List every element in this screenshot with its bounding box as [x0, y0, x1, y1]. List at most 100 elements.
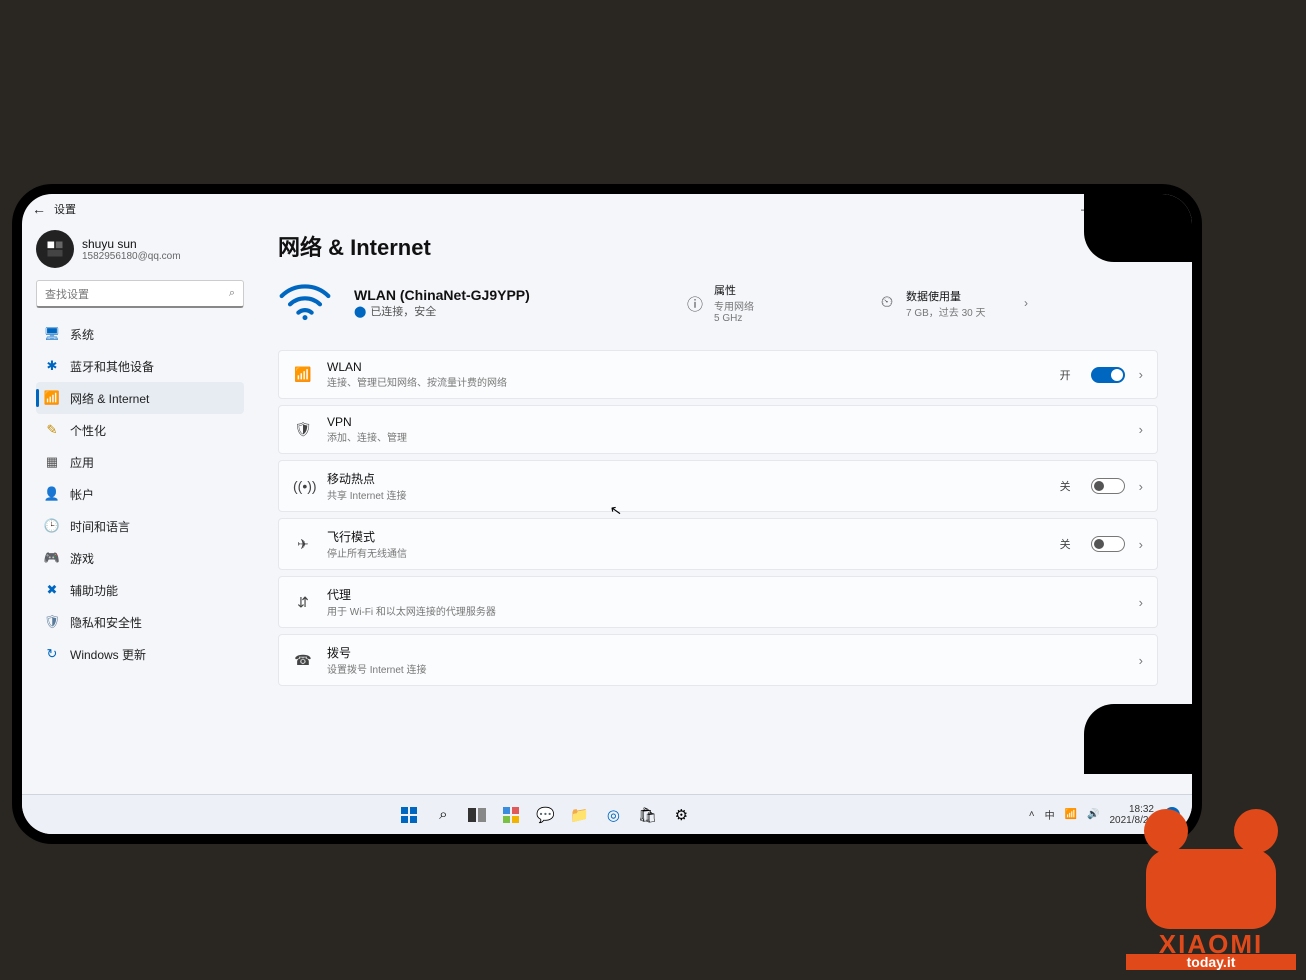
tray-chevron-icon[interactable]: ˄ [1029, 809, 1035, 820]
row-title: 代理 [327, 586, 1125, 603]
search-placeholder: 查找设置 [45, 286, 229, 302]
sidebar-item[interactable]: ✖辅助功能 [36, 574, 244, 606]
status-dot-icon: ⬤ [354, 305, 366, 318]
sidebar-item[interactable]: 📶 网络 & Internet [36, 382, 244, 414]
sidebar-item[interactable]: 🛡 隐私和安全性 [36, 606, 244, 638]
row-sub: 添加、连接、管理 [327, 429, 1125, 444]
sidebar-item-icon: ▦ [44, 454, 60, 470]
sidebar-item[interactable]: 👤帐户 [36, 478, 244, 510]
sidebar-item[interactable]: 🕒 时间和语言 [36, 510, 244, 542]
data-usage-card[interactable]: ⏲ 数据使用量 7 GB，过去 30 天 › [868, 282, 1038, 325]
chevron-right-icon: › [1139, 537, 1143, 552]
notch [1084, 704, 1192, 774]
sidebar-item-icon: ✱ [44, 358, 60, 374]
sidebar-item-icon: 🛡 [44, 614, 60, 630]
window-title: 设置 [54, 201, 76, 217]
sidebar-item[interactable]: 🎮游戏 [36, 542, 244, 574]
properties-card[interactable]: ⓘ 属性 专用网络 5 GHz [676, 276, 846, 330]
notch [1084, 194, 1192, 262]
watermark: XIAOMI today.it [1126, 809, 1296, 970]
row-icon: 📶 [293, 366, 313, 383]
toggle-state-label: 开 [1060, 367, 1071, 383]
settings-row[interactable]: 🛡 VPN 添加、连接、管理 › [278, 405, 1158, 454]
toggle-switch[interactable] [1091, 536, 1125, 552]
sidebar-item-icon: 👤 [44, 486, 60, 502]
toggle-switch[interactable] [1091, 367, 1125, 383]
hero-ssid: WLAN (ChinaNet-GJ9YPP) [354, 287, 654, 303]
page-title: 网络 & Internet [278, 230, 1158, 262]
watermark-line2: today.it [1126, 954, 1296, 970]
profile[interactable]: shuyu sun 1582956180@qq.com [36, 230, 244, 268]
card-title: 数据使用量 [906, 288, 985, 304]
taskbar-explorer-icon[interactable]: 📁 [565, 801, 593, 829]
settings-row[interactable]: 📶 WLAN 连接、管理已知网络、按流量计费的网络开 › [278, 350, 1158, 399]
taskbar-settings-icon[interactable]: ⚙ [667, 801, 695, 829]
settings-row[interactable]: ⇵ 代理 用于 Wi-Fi 和以太网连接的代理服务器› [278, 576, 1158, 628]
card-title: 属性 [714, 282, 754, 298]
sidebar-item-label: 隐私和安全性 [70, 614, 142, 631]
sidebar-item-label: 网络 & Internet [70, 390, 149, 407]
settings-row[interactable]: ☎ 拨号 设置拨号 Internet 连接› [278, 634, 1158, 686]
row-title: 飞行模式 [327, 528, 1046, 545]
sidebar-item-icon: 🕒 [44, 518, 60, 534]
taskbar-chat-icon[interactable]: 💬 [531, 801, 559, 829]
sidebar-item-label: 个性化 [70, 422, 106, 439]
taskbar-center: ⌕ 💬📁◎🛍⚙ [62, 801, 1029, 829]
row-sub: 共享 Internet 连接 [327, 487, 1046, 502]
bunny-icon [1126, 809, 1296, 929]
sidebar-item-label: 蓝牙和其他设备 [70, 358, 154, 375]
settings-row[interactable]: ((•)) 移动热点 共享 Internet 连接关› [278, 460, 1158, 512]
titlebar: ← 设置 — ▢ ✕ [22, 194, 1192, 224]
sidebar-item-label: 系统 [70, 326, 94, 343]
sidebar-item-label: 时间和语言 [70, 518, 130, 535]
row-title: 移动热点 [327, 470, 1046, 487]
row-title: 拨号 [327, 644, 1125, 661]
back-button[interactable]: ← [32, 201, 46, 217]
sidebar-item[interactable]: ✎ 个性化 [36, 414, 244, 446]
chevron-right-icon: › [1139, 367, 1143, 382]
row-icon: 🛡 [293, 421, 313, 438]
taskbar-edge-icon[interactable]: ◎ [599, 801, 627, 829]
taskbar-search-icon[interactable]: ⌕ [429, 801, 457, 829]
tray-wifi-icon[interactable]: 📶 [1065, 809, 1077, 820]
sidebar-item-label: Windows 更新 [70, 646, 146, 663]
search-icon: ⌕ [229, 287, 235, 300]
tray-volume-icon[interactable]: 🔊 [1087, 809, 1099, 820]
sidebar-item[interactable]: ✱ 蓝牙和其他设备 [36, 350, 244, 382]
taskbar-start-icon[interactable] [395, 801, 423, 829]
search-input[interactable]: 查找设置 ⌕ [36, 280, 244, 308]
taskbar-taskview-icon[interactable] [463, 801, 491, 829]
ime-indicator[interactable]: 中 [1045, 807, 1055, 822]
row-sub: 连接、管理已知网络、按流量计费的网络 [327, 374, 1046, 389]
taskbar: ⌕💬📁◎🛍⚙ ˄ 中 📶 🔊 18:32 2021/8/22 5 [22, 794, 1192, 834]
row-title: WLAN [327, 360, 1046, 374]
settings-row[interactable]: ✈ 飞行模式 停止所有无线通信关› [278, 518, 1158, 570]
chevron-right-icon: › [1139, 595, 1143, 610]
info-icon: ⓘ [686, 294, 704, 312]
row-sub: 设置拨号 Internet 连接 [327, 661, 1125, 676]
screen: ← 设置 — ▢ ✕ shuyu sun 1582956180@qq.com [22, 194, 1192, 834]
network-hero: WLAN (ChinaNet-GJ9YPP) ⬤ 已连接，安全 ⓘ 属性 专用网… [278, 276, 1158, 330]
taskbar-widgets-icon[interactable] [497, 801, 525, 829]
sidebar-item[interactable]: ▦应用 [36, 446, 244, 478]
toggle-state-label: 关 [1060, 536, 1071, 552]
taskbar-store-icon[interactable]: 🛍 [633, 801, 661, 829]
nav: 🖥系统 ✱ 蓝牙和其他设备 📶 网络 & Internet ✎ 个性化 ▦应用👤帐户 🕒 时间和语… [36, 318, 244, 670]
sidebar-item-icon: 📶 [44, 390, 60, 406]
sidebar-item-icon: ✎ [44, 422, 60, 438]
toggle-state-label: 关 [1060, 478, 1071, 494]
sidebar-item-label: 游戏 [70, 550, 94, 567]
profile-name: shuyu sun [82, 237, 181, 251]
hero-status: 已连接，安全 [370, 303, 436, 319]
row-title: VPN [327, 415, 1125, 429]
sidebar-item[interactable]: 🖥系统 [36, 318, 244, 350]
avatar [36, 230, 74, 268]
sidebar-item[interactable]: ↻Windows 更新 [36, 638, 244, 670]
card-sub: 7 GB，过去 30 天 [906, 304, 985, 319]
card-sub: 专用网络 5 GHz [714, 298, 754, 324]
chevron-right-icon: › [1139, 422, 1143, 437]
toggle-switch[interactable] [1091, 478, 1125, 494]
sidebar: shuyu sun 1582956180@qq.com 查找设置 ⌕ 🖥系统 ✱ 蓝… [22, 224, 254, 794]
sidebar-item-icon: ✖ [44, 582, 60, 598]
row-sub: 停止所有无线通信 [327, 545, 1046, 560]
